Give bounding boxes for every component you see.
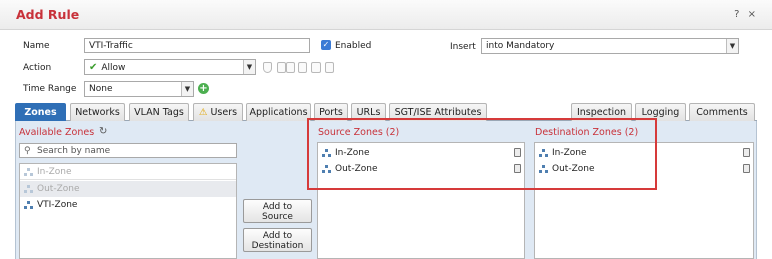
zone-icon (24, 201, 33, 209)
refresh-icon[interactable]: ↻ (99, 126, 107, 137)
action-label: Action (23, 63, 52, 73)
tab-comments[interactable]: Comments (689, 103, 755, 121)
tab-networks[interactable]: Networks (70, 103, 125, 121)
available-zones-list[interactable]: In-Zone Out-Zone VTI-Zone (19, 163, 237, 259)
file-policy-icon[interactable] (286, 62, 295, 73)
document-icon[interactable] (325, 62, 334, 73)
tab-users[interactable]: ⚠ Users (193, 103, 243, 121)
enabled-checkbox[interactable]: ✓ (321, 40, 331, 50)
trash-icon[interactable] (743, 148, 750, 157)
title-bar-icons: ? × (729, 9, 756, 20)
insert-select-value: into Mandatory (486, 41, 555, 51)
tab-applications[interactable]: Applications (246, 103, 311, 121)
name-input[interactable]: VTI-Traffic (84, 38, 310, 53)
zone-label: In-Zone (37, 167, 72, 177)
dialog-title-bar: Add Rule ? × (0, 0, 772, 30)
chevron-down-icon: ▼ (726, 39, 738, 53)
list-item[interactable]: In-Zone (20, 164, 236, 180)
highlight-box (307, 118, 657, 190)
warning-icon: ⚠ (198, 107, 208, 118)
insert-label: Insert (450, 42, 476, 52)
add-to-destination-button[interactable]: Add to Destination (243, 228, 312, 252)
chevron-down-icon: ▼ (181, 82, 193, 96)
tab-users-label: Users (210, 107, 238, 118)
enabled-label: Enabled (335, 41, 372, 51)
action-select-value: Allow (101, 63, 126, 73)
intrusion-policy-icon[interactable] (263, 62, 272, 73)
name-label: Name (23, 41, 50, 51)
insert-select[interactable]: into Mandatory ▼ (481, 38, 739, 54)
dialog-title: Add Rule (16, 7, 80, 22)
chevron-down-icon: ▼ (243, 60, 255, 74)
time-range-label: Time Range (23, 84, 77, 94)
add-time-range-icon[interactable]: + (198, 83, 209, 94)
variable-set-icon[interactable] (277, 62, 286, 73)
tab-zones[interactable]: Zones (15, 103, 66, 121)
logging-icon[interactable] (298, 62, 307, 73)
time-range-select[interactable]: None ▼ (84, 81, 194, 97)
add-to-source-button[interactable]: Add to Source (243, 199, 312, 223)
search-icon: ⚲ (24, 146, 31, 156)
tab-vlan-tags[interactable]: VLAN Tags (129, 103, 189, 121)
zone-icon (24, 185, 33, 193)
list-item[interactable]: Out-Zone (20, 181, 236, 197)
trash-icon[interactable] (743, 164, 750, 173)
action-select[interactable]: ✔ Allow ▼ (84, 59, 256, 75)
add-to-source-label: Add to Source (262, 202, 293, 222)
allow-check-icon: ✔ (89, 62, 98, 73)
comments-icon[interactable] (311, 62, 321, 73)
zone-icon (24, 168, 33, 176)
time-range-select-value: None (89, 84, 113, 94)
zone-label: Out-Zone (37, 184, 80, 194)
close-icon[interactable]: × (748, 9, 756, 20)
zone-search-input[interactable]: ⚲ Search by name (19, 143, 237, 158)
add-to-destination-label: Add to Destination (251, 231, 304, 251)
available-zones-title: Available Zones (19, 127, 95, 138)
list-item[interactable]: VTI-Zone (20, 197, 236, 213)
help-icon[interactable]: ? (734, 9, 739, 20)
zone-label: VTI-Zone (37, 200, 78, 210)
zone-search-placeholder: Search by name (37, 146, 111, 156)
